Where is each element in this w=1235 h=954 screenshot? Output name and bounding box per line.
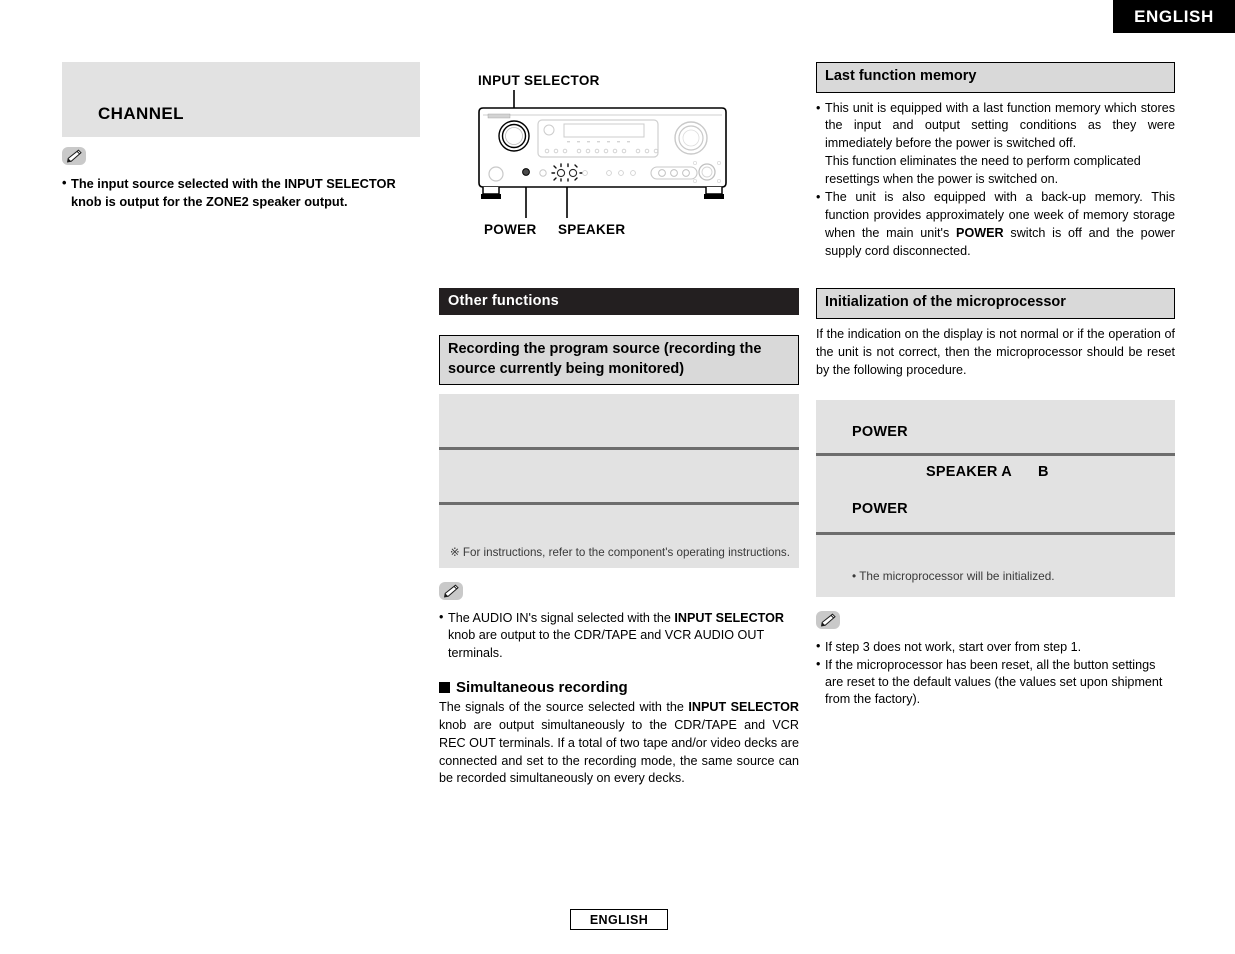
square-bullet-icon bbox=[439, 681, 450, 693]
pencil-note-icon bbox=[439, 582, 463, 601]
initialization-intro: If the indication on the display is not … bbox=[816, 327, 1175, 377]
left-note-block: The input source selected with the INPUT… bbox=[62, 147, 420, 210]
pencil-note-icon bbox=[62, 147, 86, 165]
callout-power: POWER bbox=[484, 222, 537, 237]
initialization-step-1: POWER bbox=[816, 400, 1175, 453]
right-note-item: If step 3 does not work, start over from… bbox=[816, 638, 1175, 656]
init-step3-note: • The microprocessor will be initialized… bbox=[852, 568, 1055, 583]
last-function-memory-paragraph: This unit is equipped with a last functi… bbox=[825, 100, 1175, 151]
last-function-memory-paragraph: This function eliminates the need to per… bbox=[825, 154, 1141, 187]
initialization-heading: Initialization of the microprocessor bbox=[816, 288, 1175, 319]
channel-heading-label: CHANNEL bbox=[98, 104, 184, 123]
right-note-block: If step 3 does not work, start over from… bbox=[816, 610, 1175, 709]
initialization-step-3: • The microprocessor will be initialized… bbox=[816, 535, 1175, 597]
right-column: Last function memory This unit is equipp… bbox=[816, 62, 1175, 710]
middle-note-block: The AUDIO IN's signal selected with the … bbox=[439, 582, 799, 662]
callout-speaker: SPEAKER bbox=[558, 222, 626, 237]
recording-steps-panel: ※ For instructions, refer to the compone… bbox=[439, 394, 799, 569]
init-step2-speaker-b-label: B bbox=[1038, 463, 1049, 480]
middle-note-list: The AUDIO IN's signal selected with the … bbox=[439, 609, 799, 662]
last-function-memory-item: This unit is equipped with a last functi… bbox=[816, 100, 1175, 189]
left-note-list: The input source selected with the INPUT… bbox=[62, 174, 420, 210]
initialization-step-2: SPEAKER A B POWER bbox=[816, 456, 1175, 532]
middle-column: INPUT SELECTOR POWER SPEAKER Other funct… bbox=[439, 62, 799, 788]
recording-step-1 bbox=[439, 394, 799, 447]
language-tab-top: ENGLISH bbox=[1113, 0, 1235, 33]
language-tab-bottom: ENGLISH bbox=[570, 909, 668, 930]
init-step2-speaker-a-label: SPEAKER A bbox=[926, 463, 1012, 480]
initialization-steps-panel: POWER SPEAKER A B POWER • The microproce… bbox=[816, 399, 1175, 597]
simultaneous-recording-label: Simultaneous recording bbox=[456, 678, 628, 696]
pencil-note-icon bbox=[816, 610, 840, 629]
section-bar-other-functions: Other functions bbox=[439, 288, 799, 315]
recording-step-2 bbox=[439, 450, 799, 502]
callout-input-selector: INPUT SELECTOR bbox=[478, 73, 600, 88]
last-function-memory-heading: Last function memory bbox=[816, 62, 1175, 93]
last-function-memory-item: The unit is also equipped with a back-up… bbox=[816, 189, 1175, 261]
left-note-item: The input source selected with the INPUT… bbox=[62, 174, 420, 210]
middle-note-item: The AUDIO IN's signal selected with the … bbox=[439, 609, 799, 662]
last-function-memory-list: This unit is equipped with a last functi… bbox=[816, 100, 1175, 261]
recording-step-3: ※ For instructions, refer to the compone… bbox=[439, 505, 799, 568]
recording-heading: Recording the program source (recording … bbox=[439, 335, 799, 386]
init-step1-power-label: POWER bbox=[852, 423, 908, 440]
right-note-item: If the microprocessor has been reset, al… bbox=[816, 656, 1175, 709]
left-column: CHANNEL The input source selected with t… bbox=[62, 62, 420, 211]
init-step2-power-label: POWER bbox=[852, 500, 908, 517]
right-note-list: If step 3 does not work, start over from… bbox=[816, 638, 1175, 709]
simultaneous-recording-heading: Simultaneous recording bbox=[439, 679, 799, 696]
receiver-diagram: INPUT SELECTOR POWER SPEAKER bbox=[439, 62, 799, 252]
channel-heading-box: CHANNEL bbox=[62, 62, 420, 137]
simultaneous-recording-body: The signals of the source selected with … bbox=[439, 699, 799, 786]
recording-footnote: ※ For instructions, refer to the compone… bbox=[450, 546, 790, 560]
